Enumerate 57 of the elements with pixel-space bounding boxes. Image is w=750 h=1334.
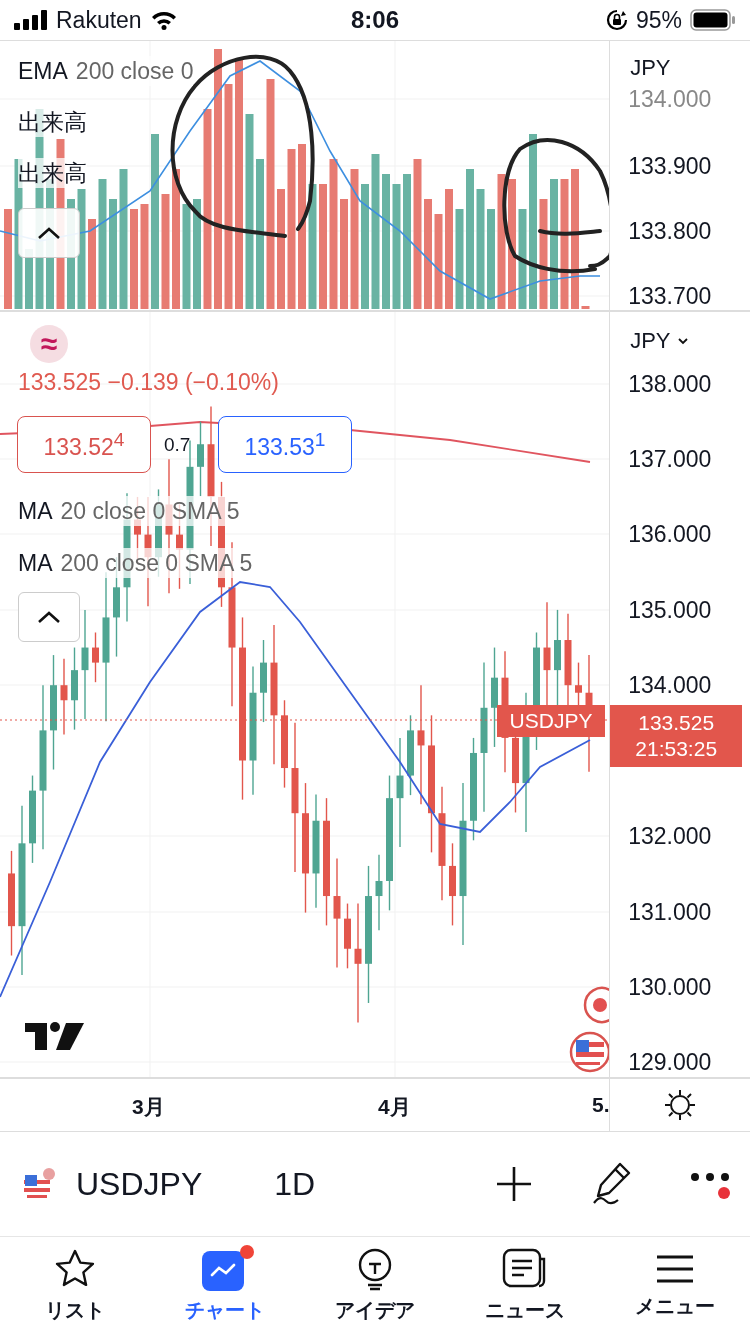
volume-bar xyxy=(581,306,590,309)
sell-button[interactable]: 133.52$^{4}$ xyxy=(17,416,151,473)
price-tick: 133.900 xyxy=(628,152,712,181)
date-label: 5. xyxy=(592,1093,610,1117)
price-tick: 134.000 xyxy=(628,85,712,114)
price-change: 133.525 −0.139 (−0.10%) xyxy=(18,369,279,396)
last-price: 133.525 xyxy=(638,711,715,735)
tab-item[interactable]: アイデア xyxy=(300,1237,450,1334)
currency-dropdown[interactable]: JPY xyxy=(630,328,689,354)
spread-value: 0.7 xyxy=(164,434,191,456)
candle xyxy=(344,902,351,970)
currency-label: JPY xyxy=(630,55,671,81)
rotation-lock-icon xyxy=(605,9,628,31)
candle xyxy=(92,631,99,683)
indicator-params: 200 close 0 SMA 5 xyxy=(60,548,253,578)
collapse-button[interactable] xyxy=(18,592,80,642)
collapse-button[interactable] xyxy=(18,208,80,258)
indicator-legend[interactable]: 出来高 xyxy=(18,158,87,188)
tab-item[interactable]: ニュース xyxy=(450,1237,600,1334)
price-tick: 136.000 xyxy=(628,520,712,549)
brightness-icon[interactable] xyxy=(663,1088,698,1122)
carrier-name: Rakuten xyxy=(56,6,142,34)
notification-dot xyxy=(240,1245,254,1259)
price-tick: 129.000 xyxy=(628,1048,712,1077)
interval-button[interactable]: 1D xyxy=(268,1165,322,1203)
symbol-button[interactable]: USDJPY xyxy=(70,1165,209,1203)
indicator-params: 20 close 0 SMA 5 xyxy=(60,496,240,526)
price-tick: 130.000 xyxy=(628,973,712,1002)
price-tick: 137.000 xyxy=(628,445,712,474)
chevron-down-icon xyxy=(676,337,689,345)
chevron-up-icon xyxy=(37,226,61,240)
add-icon[interactable] xyxy=(494,1164,534,1204)
currency-badge[interactable]: ≈ xyxy=(30,325,68,363)
alert-marker-icon xyxy=(583,986,610,1024)
indicator-legend[interactable]: 出来高 xyxy=(18,107,87,137)
signal-icon xyxy=(14,10,48,30)
tab-item[interactable]: リスト xyxy=(0,1237,150,1334)
battery-icon xyxy=(690,9,736,31)
date-label: 4月 xyxy=(378,1094,411,1120)
price-tick: 135.000 xyxy=(628,596,712,625)
logo-icon xyxy=(25,1022,84,1050)
tab-item[interactable]: チャート xyxy=(150,1237,300,1334)
battery-percent: 95% xyxy=(635,6,682,34)
symbol-price-label: USDJPY xyxy=(497,705,605,737)
clock-time: 8:06 xyxy=(350,6,399,34)
price-tick: 132.000 xyxy=(628,822,712,851)
tab-item[interactable]: メニュー xyxy=(600,1237,750,1334)
price-tick: 133.700 xyxy=(628,282,712,311)
price-tick: 131.000 xyxy=(628,898,712,927)
bar-countdown: 21:53:25 xyxy=(635,737,718,761)
price-tick: 133.800 xyxy=(628,217,712,246)
price-tick: 138.000 xyxy=(628,370,712,399)
date-label: 3月 xyxy=(132,1094,165,1120)
us-flag-icon xyxy=(569,1031,610,1073)
price-tick: 134.000 xyxy=(628,671,712,700)
buy-button[interactable]: 133.53$^{1}$ xyxy=(218,416,352,473)
chevron-up-icon xyxy=(37,610,61,624)
